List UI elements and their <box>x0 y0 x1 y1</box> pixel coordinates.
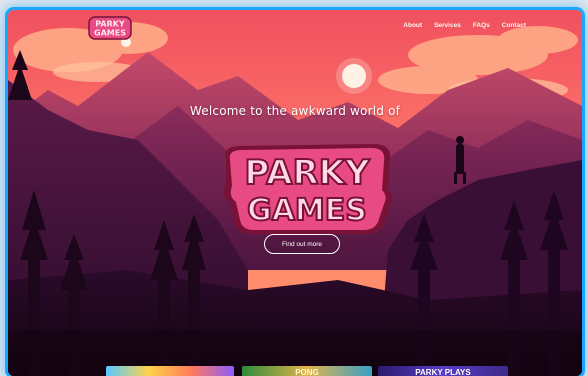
nav-link-about[interactable]: About <box>403 22 422 29</box>
game-thumbnail-1[interactable] <box>106 366 234 376</box>
top-nav: PARKY GAMES About Services FAQs Contact <box>8 10 582 44</box>
find-out-more-button[interactable]: Find out more <box>264 234 340 254</box>
svg-text:PARKY: PARKY <box>95 20 125 29</box>
svg-text:GAMES: GAMES <box>94 29 126 38</box>
parky-games-logo[interactable]: PARKY GAMES <box>88 16 132 40</box>
nav-links: About Services FAQs Contact <box>403 22 526 29</box>
hero-logo-line1: PARKY <box>244 153 370 193</box>
nav-link-contact[interactable]: Contact <box>502 22 526 29</box>
hero-logo-line2: GAMES <box>247 193 367 228</box>
hero-tagline: Welcome to the awkward world of <box>189 104 401 118</box>
nav-link-services[interactable]: Services <box>434 22 461 29</box>
nav-link-faqs[interactable]: FAQs <box>473 22 490 29</box>
game-thumbnail-parky-plays[interactable]: PARKY PLAYS <box>378 366 508 376</box>
hero-parky-games-logo: PARKY GAMES <box>223 144 393 234</box>
browser-viewport: PARKY GAMES About Services FAQs Contact … <box>8 10 582 376</box>
game-thumbnail-pong[interactable]: PONG <box>242 366 372 376</box>
game-thumbnails: PONG PARKY PLAYS <box>106 366 526 376</box>
